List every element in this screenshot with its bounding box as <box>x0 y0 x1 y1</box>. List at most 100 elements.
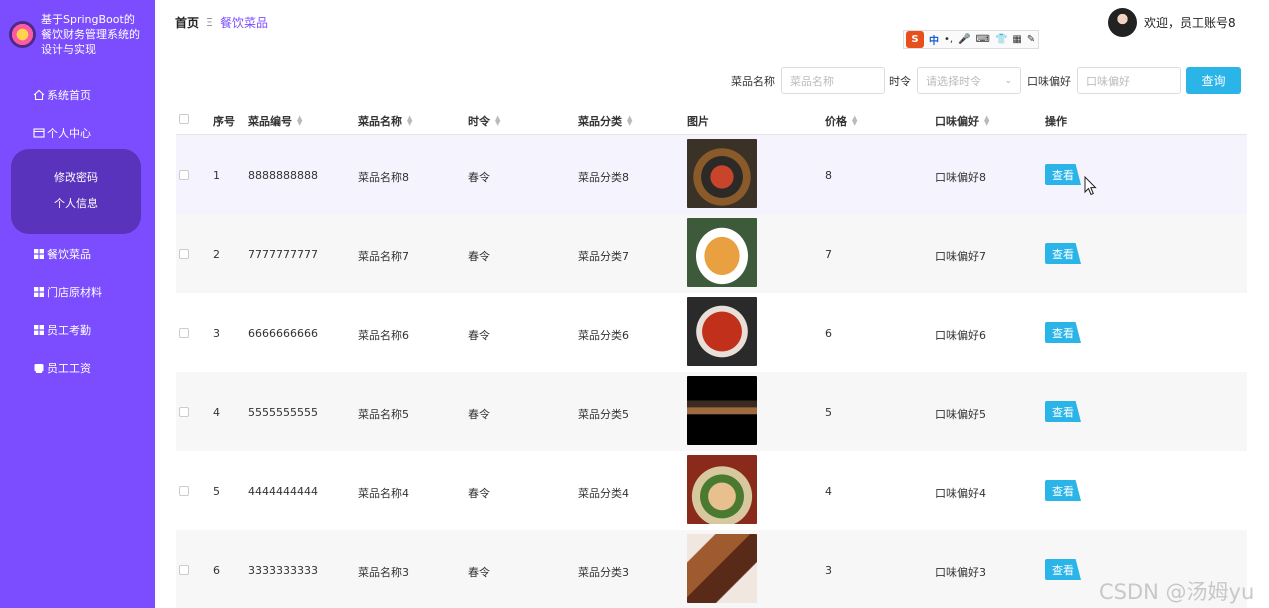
chevron-down-icon: ⌄ <box>1004 75 1012 86</box>
th-price[interactable]: 价格 ▲ ▼ <box>825 113 857 129</box>
watermark: CSDN @汤姆yu <box>1099 580 1255 604</box>
skin-icon: 👕 <box>994 34 1008 45</box>
row-checkbox[interactable] <box>179 249 189 259</box>
cell-category: 菜品分类4 <box>578 487 629 500</box>
view-button[interactable]: 查看 <box>1045 559 1081 580</box>
dish-image <box>687 534 757 603</box>
sidebar-item-salary[interactable]: 员工工资 <box>33 358 91 378</box>
cell-taste: 口味偏好6 <box>935 329 986 342</box>
sort-icon: ▲ ▼ <box>407 114 413 127</box>
season-placeholder: 请选择时令 <box>926 74 981 88</box>
cell-index: 3 <box>213 327 220 340</box>
season-label: 时令 <box>889 74 911 88</box>
welcome-text: 欢迎，员工账号8 <box>1144 16 1236 30</box>
table-row[interactable]: 3 6666666666 菜品名称6 春令 菜品分类6 6 口味偏好6 查看 <box>176 293 1247 372</box>
cell-category: 菜品分类5 <box>578 408 629 421</box>
th-taste[interactable]: 口味偏好 ▲ ▼ <box>935 113 989 129</box>
search-dish-name: 菜品名称 菜品名称 <box>731 67 885 94</box>
cell-index: 1 <box>213 169 220 182</box>
cell-code: 5555555555 <box>248 406 318 419</box>
cell-index: 4 <box>213 406 220 419</box>
breadcrumb-home[interactable]: 首页 <box>175 14 199 31</box>
submenu-personal-info[interactable]: 个人信息 <box>11 195 141 211</box>
cell-taste: 口味偏好3 <box>935 566 986 579</box>
th-index: 序号 <box>213 115 235 128</box>
avatar[interactable] <box>1108 8 1137 37</box>
mouse-cursor-icon <box>1084 176 1097 196</box>
sort-icon: ▲ ▼ <box>297 114 303 127</box>
cell-name: 菜品名称6 <box>358 329 409 342</box>
sidebar-item-dishes[interactable]: 餐饮菜品 <box>33 244 91 264</box>
table-header: 序号 菜品编号 ▲ ▼ 菜品名称 ▲ ▼ 时令 ▲ ▼ 菜品分类 ▲ ▼ 图片 价格 ▲ ▼ 口味偏… <box>176 104 1247 135</box>
breadcrumb-current: 餐饮菜品 <box>219 16 268 30</box>
app-title: 基于SpringBoot的餐饮财务管理系统的设计与实现 <box>41 13 140 56</box>
dish-image <box>687 376 757 445</box>
cell-price: 5 <box>825 406 832 419</box>
season-select[interactable]: 请选择时令 ⌄ <box>917 67 1021 94</box>
more-icon: ✎ <box>1026 34 1036 45</box>
cell-price: 6 <box>825 327 832 340</box>
submenu-change-password[interactable]: 修改密码 <box>11 169 141 185</box>
user-info[interactable]: 欢迎，员工账号8 <box>1108 8 1236 37</box>
cell-index: 5 <box>213 485 220 498</box>
sort-icon: ▲ ▼ <box>627 114 633 127</box>
ime-toolbar[interactable]: S 中 •, 🎤 ⌨ 👕 ▦ ✎ <box>903 30 1039 49</box>
table-row[interactable]: 5 4444444444 菜品名称4 春令 菜品分类4 4 口味偏好4 查看 <box>176 451 1247 530</box>
cell-season: 春令 <box>468 329 490 342</box>
sidebar-item-label: 员工工资 <box>47 362 91 375</box>
view-button[interactable]: 查看 <box>1045 480 1081 501</box>
cell-taste: 口味偏好5 <box>935 408 986 421</box>
table-row[interactable]: 4 5555555555 菜品名称5 春令 菜品分类5 5 口味偏好5 查看 <box>176 372 1247 451</box>
cell-name: 菜品名称7 <box>358 250 409 263</box>
dish-name-input[interactable]: 菜品名称 <box>781 67 885 94</box>
cell-taste: 口味偏好7 <box>935 250 986 263</box>
taste-input[interactable]: 口味偏好 <box>1077 67 1181 94</box>
view-button[interactable]: 查看 <box>1045 322 1081 343</box>
row-checkbox[interactable] <box>179 486 189 496</box>
table-row[interactable]: 1 8888888888 菜品名称8 春令 菜品分类8 8 口味偏好8 查看 <box>176 135 1247 214</box>
dish-image <box>687 455 757 524</box>
sidebar-item-home[interactable]: 系统首页 <box>33 85 91 105</box>
dish-image <box>687 139 757 208</box>
select-all-checkbox[interactable] <box>179 114 189 124</box>
dish-image <box>687 297 757 366</box>
cell-name: 菜品名称4 <box>358 487 409 500</box>
row-checkbox[interactable] <box>179 565 189 575</box>
grid-icon <box>33 324 45 336</box>
microphone-icon: 🎤 <box>958 34 971 45</box>
sidebar-item-label: 系统首页 <box>47 89 91 102</box>
sidebar-item-personal-center[interactable]: 个人中心 <box>33 123 91 143</box>
row-checkbox[interactable] <box>179 328 189 338</box>
th-image: 图片 <box>687 115 709 128</box>
sidebar-item-label: 个人中心 <box>47 127 91 140</box>
sogou-logo-icon: S <box>906 31 924 48</box>
th-name[interactable]: 菜品名称 ▲ ▼ <box>358 113 412 129</box>
breadcrumb: 首页 Ξ 餐饮菜品 <box>175 14 268 31</box>
ime-zh-mode[interactable]: 中 <box>929 32 939 47</box>
cell-code: 7777777777 <box>248 248 318 261</box>
cell-code: 6666666666 <box>248 327 318 340</box>
sidebar-item-attendance[interactable]: 员工考勤 <box>33 320 91 340</box>
view-button[interactable]: 查看 <box>1045 243 1081 264</box>
table-row[interactable]: 6 3333333333 菜品名称3 春令 菜品分类3 3 口味偏好3 查看 <box>176 530 1247 608</box>
cell-price: 3 <box>825 564 832 577</box>
taste-label: 口味偏好 <box>1027 74 1071 88</box>
sidebar-item-materials[interactable]: 门店原材料 <box>33 282 102 302</box>
toolbox-icon: ▦ <box>1012 34 1022 45</box>
view-button[interactable]: 查看 <box>1045 401 1081 422</box>
th-season[interactable]: 时令 ▲ ▼ <box>468 113 500 129</box>
row-checkbox[interactable] <box>179 170 189 180</box>
cell-name: 菜品名称3 <box>358 566 409 579</box>
row-checkbox[interactable] <box>179 407 189 417</box>
grid-icon <box>33 248 45 260</box>
table-row[interactable]: 2 7777777777 菜品名称7 春令 菜品分类7 7 口味偏好7 查看 <box>176 214 1247 293</box>
cell-index: 6 <box>213 564 220 577</box>
view-button[interactable]: 查看 <box>1045 164 1081 185</box>
personal-submenu: 修改密码 个人信息 <box>11 149 141 234</box>
th-category[interactable]: 菜品分类 ▲ ▼ <box>578 113 632 129</box>
query-button[interactable]: 查询 <box>1186 67 1241 94</box>
dish-name-label: 菜品名称 <box>731 74 775 88</box>
th-code[interactable]: 菜品编号 ▲ ▼ <box>248 113 302 129</box>
app-logo <box>9 21 36 48</box>
breadcrumb-separator: Ξ <box>206 16 213 29</box>
